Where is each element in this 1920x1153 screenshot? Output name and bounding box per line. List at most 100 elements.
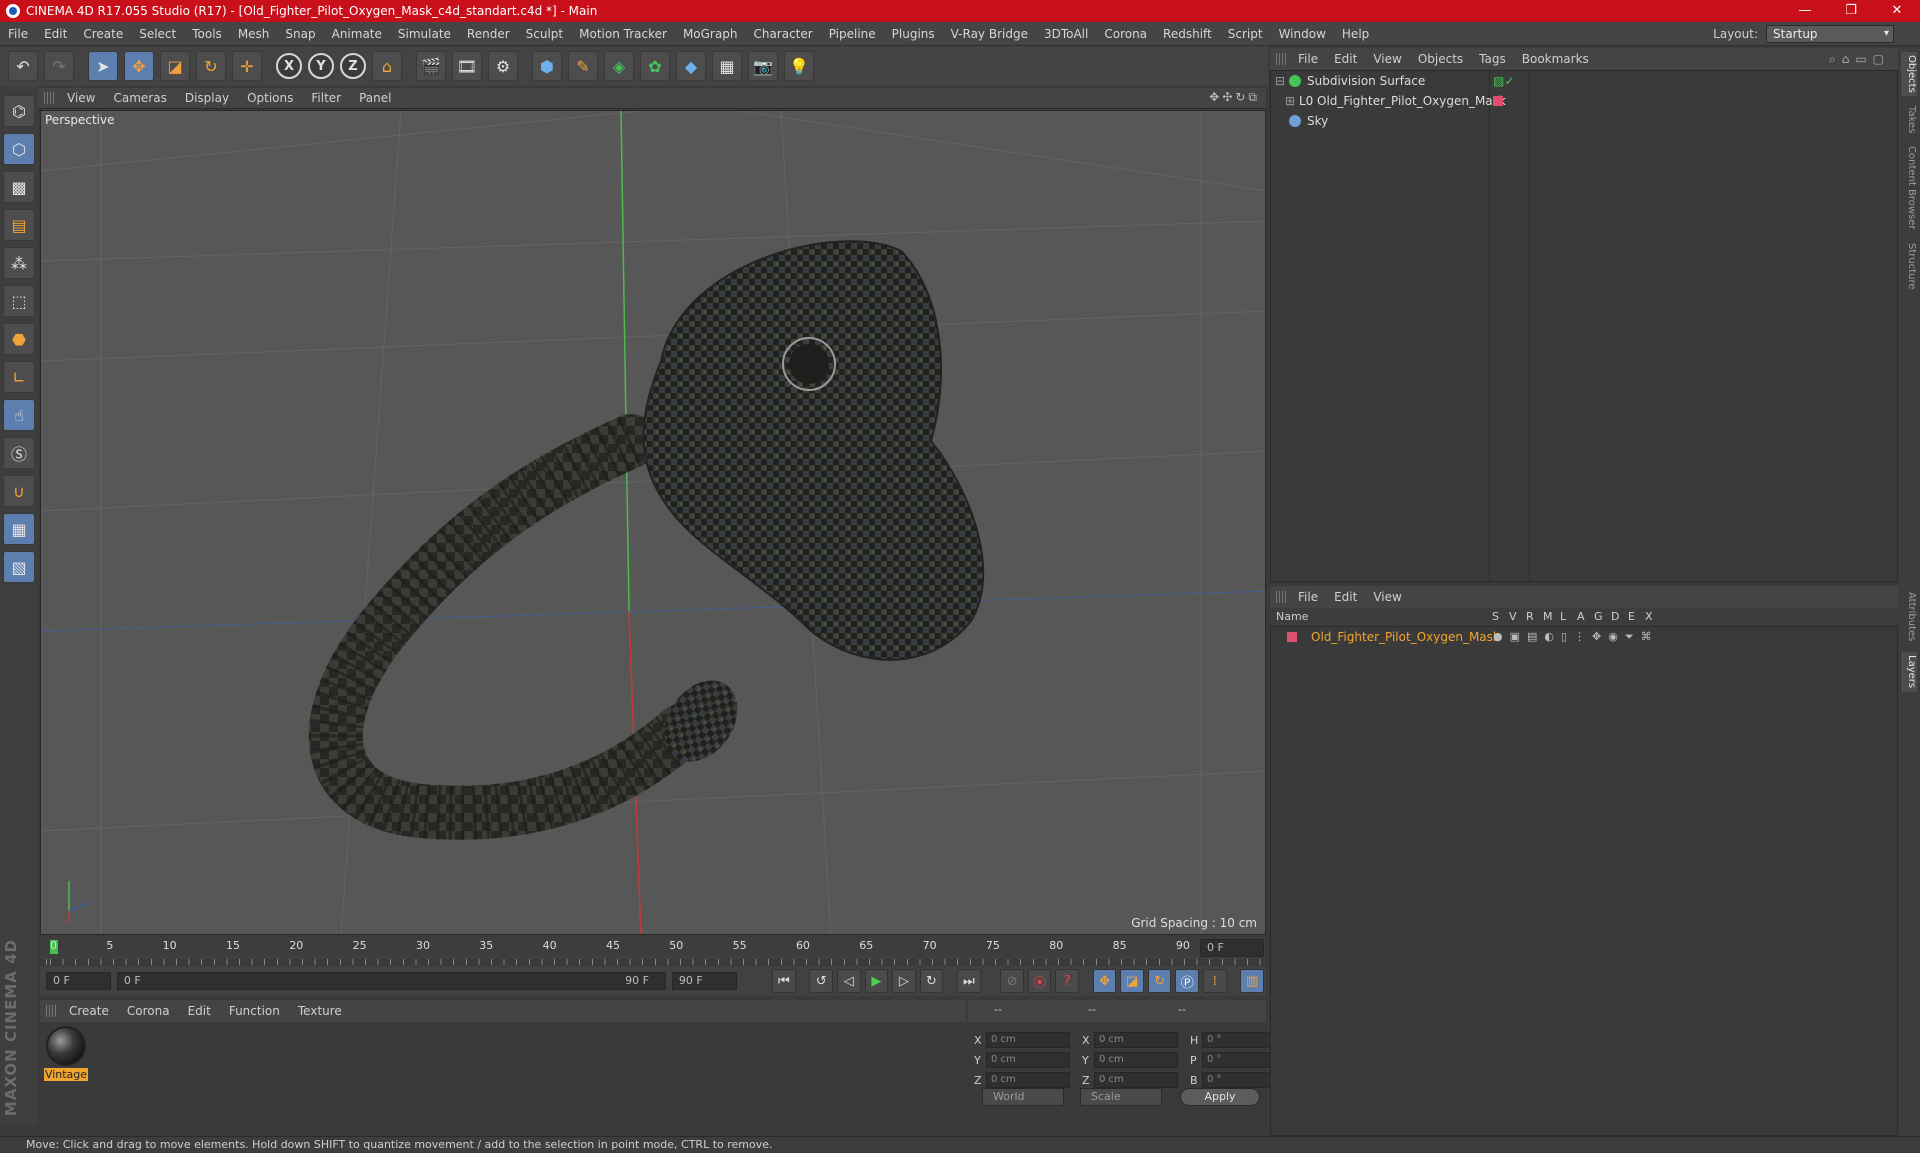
x-axis-lock-icon[interactable]: X bbox=[276, 53, 302, 79]
object-menu-edit[interactable]: Edit bbox=[1326, 52, 1365, 66]
cube-primitive-icon[interactable]: ⬢ bbox=[532, 51, 562, 81]
material-menu-function[interactable]: Function bbox=[220, 1004, 289, 1018]
visibility-check-icon[interactable]: ▨✓ bbox=[1493, 71, 1514, 91]
make-editable-icon[interactable]: ⌬ bbox=[3, 95, 35, 127]
apply-button[interactable]: Apply bbox=[1180, 1088, 1260, 1106]
render-settings-icon[interactable]: ⚙ bbox=[488, 51, 518, 81]
scale-tool-icon[interactable]: ◪ bbox=[160, 51, 190, 81]
snap-magnet-icon[interactable]: ∪ bbox=[3, 475, 35, 507]
play-icon[interactable]: ▶ bbox=[864, 969, 889, 993]
layer-menu-view[interactable]: View bbox=[1365, 590, 1409, 604]
object-row[interactable]: Sky bbox=[1271, 111, 1899, 131]
auto-key-icon[interactable]: ? bbox=[1055, 969, 1079, 993]
viewport-nav-icons[interactable]: ✥✣↻⧉ bbox=[1209, 90, 1260, 105]
menu-mograph[interactable]: MoGraph bbox=[675, 27, 746, 41]
layer-row[interactable]: Old_Fighter_Pilot_Oxygen_Mask ●▣▤◐▯⋮✥◉⏷⌘ bbox=[1271, 627, 1899, 647]
layer-color-icon[interactable] bbox=[1287, 632, 1297, 642]
axis-mode-icon[interactable]: ∟ bbox=[3, 361, 35, 393]
frame-range-slider[interactable]: 0 F 90 F bbox=[116, 972, 666, 990]
timeline-window-icon[interactable]: ▥ bbox=[1240, 969, 1264, 993]
quantize-icon[interactable]: ▧ bbox=[3, 551, 35, 583]
tab-objects[interactable]: Objects bbox=[1901, 52, 1917, 96]
object-row[interactable]: ⊞ L0 Old_Fighter_Pilot_Oxygen_Mask bbox=[1271, 91, 1899, 111]
key-pla-icon[interactable]: ⁞ bbox=[1203, 969, 1227, 993]
prev-key-icon[interactable]: ↺ bbox=[809, 969, 833, 993]
position-y-field[interactable]: 0 cm bbox=[986, 1052, 1070, 1068]
go-to-end-icon[interactable]: ⏭ bbox=[957, 969, 981, 993]
viewport-menu-display[interactable]: Display bbox=[176, 91, 238, 105]
3d-viewport[interactable]: Perspective Grid Spacing : 10 cm bbox=[40, 110, 1266, 935]
record-active-icon[interactable]: ⦿ bbox=[1027, 969, 1052, 993]
deformer-icon[interactable]: ◆ bbox=[676, 51, 706, 81]
menu-select[interactable]: Select bbox=[131, 27, 184, 41]
pen-spline-icon[interactable]: ✎ bbox=[568, 51, 598, 81]
z-axis-lock-icon[interactable]: Z bbox=[340, 53, 366, 79]
menu-plugins[interactable]: Plugins bbox=[884, 27, 943, 41]
key-param-icon[interactable]: Ⓟ bbox=[1175, 969, 1200, 993]
start-frame-field[interactable]: 0 F bbox=[46, 972, 111, 990]
rotation-b-field[interactable]: 0 ° bbox=[1202, 1072, 1278, 1088]
viewport-menu-panel[interactable]: Panel bbox=[350, 91, 400, 105]
mograph-cloner-icon[interactable]: ✿ bbox=[640, 51, 670, 81]
menu-mesh[interactable]: Mesh bbox=[230, 27, 278, 41]
menu-window[interactable]: Window bbox=[1271, 27, 1334, 41]
points-mode-icon[interactable]: ⁂ bbox=[3, 247, 35, 279]
layout-dropdown[interactable]: Startup bbox=[1766, 25, 1894, 43]
viewport-menu-view[interactable]: View bbox=[58, 91, 104, 105]
tab-layers[interactable]: Layers bbox=[1901, 652, 1917, 692]
menu-edit[interactable]: Edit bbox=[36, 27, 75, 41]
object-menu-file[interactable]: File bbox=[1290, 52, 1326, 66]
close-button[interactable]: ✕ bbox=[1874, 0, 1920, 22]
prev-frame-icon[interactable]: ◁ bbox=[837, 969, 861, 993]
redo-icon[interactable]: ↷ bbox=[44, 51, 74, 81]
material-menu-texture[interactable]: Texture bbox=[289, 1004, 351, 1018]
position-x-field[interactable]: 0 cm bbox=[986, 1032, 1070, 1048]
collapse-icon[interactable]: ⊟ bbox=[1275, 71, 1285, 91]
expand-icon[interactable]: ⊞ bbox=[1285, 91, 1295, 111]
live-selection-icon[interactable]: ✛ bbox=[232, 51, 262, 81]
key-scale-icon[interactable]: ◪ bbox=[1120, 969, 1144, 993]
menu-file[interactable]: File bbox=[0, 27, 36, 41]
material-swatch[interactable]: Vintage bbox=[44, 1026, 88, 1081]
menu-vray-bridge[interactable]: V-Ray Bridge bbox=[943, 27, 1036, 41]
object-menu-bookmarks[interactable]: Bookmarks bbox=[1514, 52, 1597, 66]
material-menu-edit[interactable]: Edit bbox=[179, 1004, 220, 1018]
menu-character[interactable]: Character bbox=[745, 27, 820, 41]
menu-pipeline[interactable]: Pipeline bbox=[821, 27, 884, 41]
next-key-icon[interactable]: ↻ bbox=[919, 969, 944, 993]
tab-structure[interactable]: Structure bbox=[1901, 238, 1917, 294]
texture-mode-icon[interactable]: ▩ bbox=[3, 171, 35, 203]
menu-redshift[interactable]: Redshift bbox=[1155, 27, 1220, 41]
y-axis-lock-icon[interactable]: Y bbox=[308, 53, 334, 79]
tweak-mode-icon[interactable]: ☝ bbox=[3, 399, 35, 431]
key-position-icon[interactable]: ✥ bbox=[1092, 969, 1117, 993]
floor-scene-icon[interactable]: ▦ bbox=[712, 51, 742, 81]
minimize-button[interactable]: — bbox=[1782, 0, 1828, 22]
workplane-lock-icon[interactable]: ▦ bbox=[3, 513, 35, 545]
menu-sculpt[interactable]: Sculpt bbox=[518, 27, 571, 41]
current-frame-field[interactable]: 0 F bbox=[1200, 939, 1264, 957]
object-manager-tools-icon[interactable]: ⌕⌂▭▢ bbox=[1829, 52, 1890, 67]
undo-icon[interactable]: ↶ bbox=[8, 51, 38, 81]
size-x-field[interactable]: 0 cm bbox=[1094, 1032, 1178, 1048]
layer-menu-file[interactable]: File bbox=[1290, 590, 1326, 604]
timeline-ruler[interactable]: 0 5 10 15 20 25 30 35 40 45 50 55 60 65 … bbox=[40, 937, 1266, 959]
move-tool-icon[interactable]: ✥ bbox=[124, 51, 154, 81]
layer-toggle-icons[interactable]: ●▣▤◐▯⋮✥◉⏷⌘ bbox=[1493, 627, 1659, 647]
menu-script[interactable]: Script bbox=[1220, 27, 1271, 41]
end-frame-field[interactable]: 90 F bbox=[671, 972, 737, 990]
viewport-menu-cameras[interactable]: Cameras bbox=[104, 91, 175, 105]
light-icon[interactable]: 💡 bbox=[784, 51, 814, 81]
menu-tools[interactable]: Tools bbox=[184, 27, 230, 41]
workplane-mode-icon[interactable]: ▤ bbox=[3, 209, 35, 241]
selection-arrow-icon[interactable]: ➤ bbox=[88, 51, 118, 81]
viewport-menu-filter[interactable]: Filter bbox=[302, 91, 350, 105]
render-picture-viewer-icon[interactable]: 🎞 bbox=[452, 51, 482, 81]
rotation-p-field[interactable]: 0 ° bbox=[1202, 1052, 1278, 1068]
next-frame-icon[interactable]: ▷ bbox=[892, 969, 916, 993]
material-menu-corona[interactable]: Corona bbox=[118, 1004, 179, 1018]
keyframe-selection-icon[interactable]: ⊘ bbox=[1000, 969, 1024, 993]
key-rotation-icon[interactable]: ↻ bbox=[1147, 969, 1172, 993]
menu-snap[interactable]: Snap bbox=[277, 27, 323, 41]
edges-mode-icon[interactable]: ⬚ bbox=[3, 285, 35, 317]
